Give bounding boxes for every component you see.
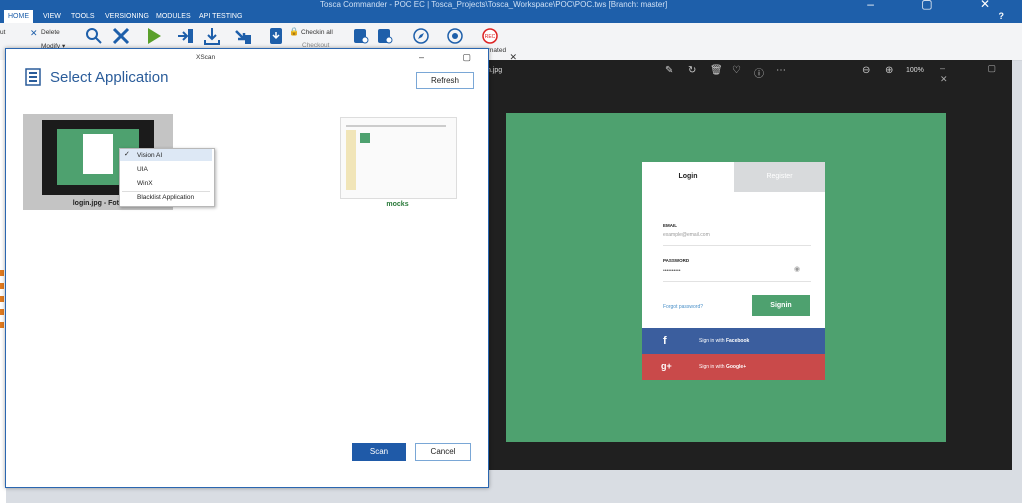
ribbon-tab-bar	[0, 10, 1022, 23]
help-icon[interactable]: ?	[999, 10, 1005, 23]
edit-icon[interactable]: ✎	[665, 65, 673, 76]
refresh-button[interactable]: Refresh	[416, 72, 474, 89]
tree-folder-icon[interactable]	[0, 283, 4, 289]
pin-icon[interactable]	[352, 27, 370, 45]
tab-modules[interactable]: MODULES	[156, 10, 191, 23]
password-value: ••••••••••	[663, 268, 681, 274]
dialog-heading: Select Application	[50, 69, 169, 86]
checkin-all-button[interactable]: Checkin all	[301, 29, 333, 36]
menu-item-winx[interactable]: WinX	[137, 180, 153, 187]
tree-folder-icon[interactable]	[0, 309, 4, 315]
password-label: PASSWORD	[663, 258, 690, 263]
google-plus-icon: g+	[661, 361, 672, 371]
tools-icon[interactable]	[112, 27, 130, 45]
delete-button[interactable]: Delete	[41, 29, 60, 36]
cancel-button[interactable]: Cancel	[415, 443, 471, 461]
email-placeholder: example@email.com	[663, 232, 710, 238]
viewer-window-controls[interactable]: – ▢ ✕	[940, 63, 1022, 85]
menu-item-blacklist[interactable]: Blacklist Application	[137, 194, 194, 201]
check-icon: ✓	[124, 151, 130, 158]
register-tab: Register	[734, 162, 825, 192]
tab-tools[interactable]: TOOLS	[71, 10, 95, 23]
context-menu-highlight	[120, 149, 212, 161]
app-title: Tosca Commander - POC EC | Tosca_Project…	[320, 0, 668, 9]
lock-icon: 🔒	[289, 27, 299, 36]
trash-icon[interactable]: 🗑	[710, 65, 723, 76]
thumbnail-toolbar	[346, 125, 446, 127]
refresh-icon[interactable]	[376, 27, 394, 45]
signin-button: Signin	[752, 295, 810, 316]
thumbnail-sidebar	[346, 130, 356, 190]
scan-button[interactable]: Scan	[352, 443, 406, 461]
password-underline	[663, 281, 811, 282]
tab-view[interactable]: VIEW	[43, 10, 61, 23]
facebook-brand: Facebook	[725, 338, 750, 344]
tree-folder-icon[interactable]	[0, 322, 4, 328]
eye-icon: ◉	[794, 266, 801, 273]
email-label: EMAIL	[663, 223, 677, 228]
info-icon[interactable]: ⓘ	[754, 65, 764, 80]
tree-folder-icon[interactable]	[0, 270, 4, 276]
tab-versioning[interactable]: VERSIONING	[105, 10, 149, 23]
dialog-window-controls[interactable]: – ▢ ✕	[419, 52, 535, 63]
app-thumbnail-mocks[interactable]	[340, 117, 457, 199]
application-icon	[25, 68, 41, 86]
menu-separator	[122, 191, 210, 192]
menu-item-uia[interactable]: UIA	[137, 166, 148, 173]
rotate-icon[interactable]: ↻	[688, 65, 696, 76]
menu-item-vision-ai[interactable]: Vision AI	[137, 152, 162, 159]
login-tab: Login	[678, 173, 698, 180]
delete-icon[interactable]: ✕	[30, 28, 38, 39]
save-icon[interactable]	[267, 27, 285, 45]
cut-button[interactable]: ut	[0, 29, 5, 36]
facebook-signin-text: Sign in with Facebook	[699, 338, 749, 344]
search-icon[interactable]	[85, 27, 103, 45]
facebook-icon: f	[663, 335, 667, 347]
viewer-filename: n.jpg	[487, 67, 503, 74]
email-underline	[663, 245, 811, 246]
thumbnail-card	[83, 134, 113, 174]
more-icon[interactable]: ⋯	[776, 65, 786, 76]
import-icon[interactable]	[177, 27, 195, 45]
download-icon[interactable]	[203, 27, 221, 45]
zoom-out-icon[interactable]: ⊖	[862, 65, 870, 76]
record-icon[interactable]	[446, 27, 464, 45]
zoom-in-icon[interactable]: ⊕	[885, 65, 893, 76]
dialog-title: XScan	[196, 54, 216, 61]
zoom-level: 100%	[906, 67, 924, 74]
svg-text:REC: REC	[485, 34, 496, 40]
heart-icon[interactable]: ♡	[732, 65, 741, 76]
app-label-mocks: mocks	[386, 201, 409, 208]
google-signin-text: Sign in with Google+	[699, 364, 746, 370]
tab-home[interactable]: HOME	[4, 10, 33, 23]
facebook-prefix: Sign in with	[699, 338, 726, 344]
rec-icon[interactable]: REC	[481, 27, 499, 45]
move-icon[interactable]	[234, 27, 252, 45]
thumbnail-image	[360, 133, 370, 143]
google-brand: Google+	[725, 364, 747, 370]
forgot-password-link: Forgot password?	[663, 304, 704, 310]
run-icon[interactable]	[145, 27, 163, 45]
google-prefix: Sign in with	[699, 364, 726, 370]
compass-icon[interactable]	[412, 27, 430, 45]
tab-api-testing[interactable]: API TESTING	[199, 10, 242, 23]
tree-folder-icon[interactable]	[0, 296, 4, 302]
